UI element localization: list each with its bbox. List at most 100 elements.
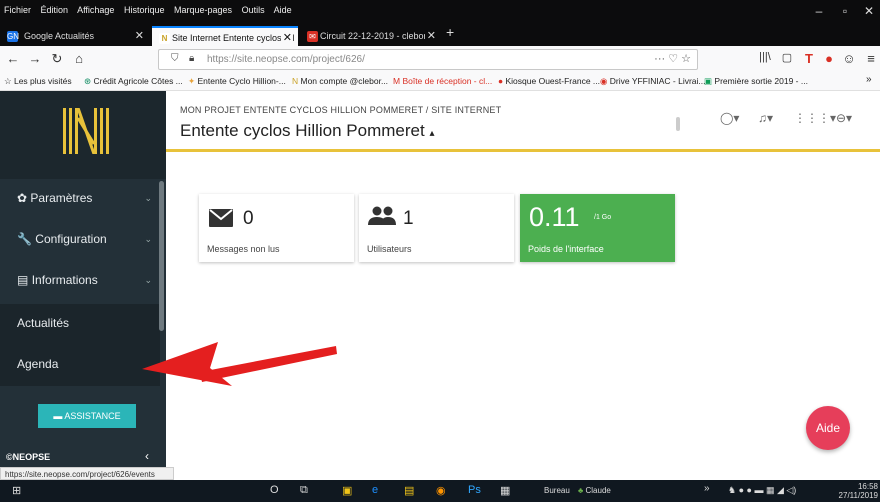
stat-card-storage[interactable]: 0.11 /1 Go Poids de l'interface <box>520 194 675 262</box>
bookmark-entente-cyclo[interactable]: ✦ Entente Cyclo Hillion-... <box>188 76 286 87</box>
extension-t-icon[interactable]: T <box>800 51 818 66</box>
bookmark-premiere-sortie[interactable]: ▣ Première sortie 2019 - ... <box>704 76 808 87</box>
project-header: MON PROJET ENTENTE CYCLOS HILLION POMMER… <box>166 91 880 152</box>
help-button[interactable]: Aide <box>806 406 850 450</box>
tab-site-internet[interactable]: N Site Internet Entente cyclos Hil ✕ <box>152 26 298 46</box>
users-icon <box>368 206 396 225</box>
url-bar[interactable]: ⛉ 🔒︎ https://site.neopse.com/project/626… <box>158 49 698 70</box>
sidebar-item-label: Agenda <box>17 357 59 371</box>
menu-historique[interactable]: Historique <box>124 5 165 15</box>
stat-unit: /1 Go <box>594 214 612 221</box>
store-icon[interactable]: ▣ <box>342 484 352 497</box>
tab-label: Google Actualités <box>24 31 95 41</box>
neopse-icon: N <box>159 33 170 44</box>
sidebar-scrollbar[interactable] <box>159 181 164 331</box>
task-view-icon[interactable]: ⧉ <box>300 484 308 497</box>
menu-affichage[interactable]: Affichage <box>77 5 114 15</box>
chevron-down-icon: ⌄ <box>144 193 152 203</box>
close-window-button[interactable]: ✕ <box>858 4 880 18</box>
stat-value: 1 <box>403 208 414 229</box>
assistance-button[interactable]: ▬ ASSISTANCE <box>38 404 136 428</box>
tray-icons[interactable]: ♞ ● ● ▬ ▦ ◢ ◁) <box>728 485 796 496</box>
main-content: 0 Messages non lus 1 Utilisateurs 0.11 /… <box>166 152 880 467</box>
new-tab-button[interactable]: + <box>446 24 454 40</box>
windows-taskbar: ⊞ O ⧉ ▣ e ▤ ◉ Ps ▦ Bureau ♣ Claude » ♞ ●… <box>0 480 880 502</box>
sidebar-item-informations[interactable]: ▤ Informations ⌄ <box>0 261 160 302</box>
red-arrow-annotation <box>142 342 337 386</box>
menu-aide[interactable]: Aide <box>274 5 292 15</box>
bookmark-kiosque[interactable]: ● Kiosque Ouest-France ... <box>498 76 600 86</box>
bookmarks-bar: ☆ Les plus visités ⊛ Crédit Agricole Côt… <box>0 72 880 91</box>
google-news-icon: GN <box>7 31 19 42</box>
shield-icon[interactable]: ⛉ <box>171 53 179 64</box>
sidebar-item-label: Informations <box>31 273 98 287</box>
bookmarks-overflow-icon[interactable]: » <box>866 74 872 85</box>
edge-icon[interactable]: e <box>372 484 378 496</box>
tab-circuit[interactable]: ✉ Circuit 22-12-2019 - cleborgn ✕ <box>300 26 442 46</box>
bookmark-drive-yffiniac[interactable]: ◉ Drive YFFINIAC - Livrai... <box>600 76 706 87</box>
tab-label: Site Internet Entente cyclos Hil <box>172 33 295 43</box>
menu-edition[interactable]: Édition <box>41 5 69 15</box>
page-title[interactable]: Entente cyclos Hillion Pommeret ▴ <box>180 121 434 141</box>
bookmark-mon-compte[interactable]: N Mon compte @clebor... <box>292 76 388 86</box>
sidebar-item-label: Paramètres <box>30 191 93 205</box>
stat-card-messages[interactable]: 0 Messages non lus <box>199 194 354 262</box>
chat-icon: ▬ <box>53 411 65 421</box>
neopse-logo-icon <box>63 108 109 154</box>
stat-caption: Utilisateurs <box>367 244 412 254</box>
sidebar-item-actualites[interactable]: Actualités <box>0 304 160 345</box>
browser-menubar: Fichier Édition Affichage Historique Mar… <box>0 0 880 24</box>
minimize-button[interactable]: – <box>808 4 830 18</box>
status-url: https://site.neopse.com/project/626/even… <box>0 467 174 480</box>
collapse-sidebar-icon[interactable]: ‹ <box>145 449 149 463</box>
bookmark-gmail[interactable]: M Boîte de réception - cl... <box>393 76 492 86</box>
sidebar-item-configuration[interactable]: 🔧 Configuration ⌄ <box>0 220 160 261</box>
hamburger-menu-icon[interactable]: ≡ <box>862 51 880 66</box>
lock-icon[interactable]: 🔒︎ <box>189 53 194 64</box>
tab-label: Circuit 22-12-2019 - cleborgn <box>320 31 437 41</box>
reload-icon[interactable]: ↻ <box>48 51 66 67</box>
tab-close-icon[interactable]: ✕ <box>135 29 144 42</box>
menu-marque-pages[interactable]: Marque-pages <box>174 5 232 15</box>
user-icon[interactable]: ⊖▾ <box>836 111 852 125</box>
page-actions-icon[interactable]: ··· ♡ ☆ <box>654 52 691 65</box>
breadcrumb: MON PROJET ENTENTE CYCLOS HILLION POMMER… <box>180 105 502 115</box>
user-label[interactable]: ♣ Claude <box>578 486 611 495</box>
forward-icon[interactable]: → <box>26 51 44 66</box>
tab-google-actualites[interactable]: GN Google Actualités ✕ <box>0 26 150 46</box>
library-icon[interactable]: |||\ <box>756 51 774 63</box>
bookmark-plus-visites[interactable]: ☆ Les plus visités <box>4 76 72 87</box>
sidebar-item-agenda[interactable]: Agenda <box>0 345 160 386</box>
app-icon[interactable]: ▦ <box>500 484 510 497</box>
apps-grid-icon[interactable]: ⋮⋮⋮▾ <box>794 111 836 125</box>
neopse-icon: N <box>292 76 301 86</box>
stat-card-users[interactable]: 1 Utilisateurs <box>359 194 514 262</box>
menu-outils[interactable]: Outils <box>242 5 265 15</box>
firefox-icon[interactable]: ◉ <box>436 484 446 497</box>
bookmark-credit-agricole[interactable]: ⊛ Crédit Agricole Côtes ... <box>84 76 183 87</box>
search-icon[interactable]: O <box>270 484 279 496</box>
sidebar-toggle-icon[interactable]: ▢ <box>778 51 796 64</box>
drive-icon: ◉ <box>600 76 610 86</box>
maximize-button[interactable]: ▫ <box>834 4 856 18</box>
file-explorer-icon[interactable]: ▤ <box>404 484 414 497</box>
bell-icon[interactable]: ♫▾ <box>758 111 773 125</box>
adblock-icon[interactable]: ● <box>820 51 838 66</box>
tab-close-icon[interactable]: ✕ <box>280 31 292 44</box>
menu-fichier[interactable]: Fichier <box>4 5 31 15</box>
sidebar-item-parametres[interactable]: ✿ Paramètres ⌄ <box>0 179 160 220</box>
back-icon[interactable]: ← <box>4 51 22 66</box>
chat-icon[interactable]: ◯▾ <box>720 111 739 125</box>
taskbar-overflow-icon[interactable]: » <box>704 483 710 494</box>
stat-caption: Poids de l'interface <box>528 244 604 254</box>
home-icon[interactable]: ⌂ <box>70 51 88 66</box>
clock[interactable]: 16:58 27/11/2019 <box>839 482 878 500</box>
stat-value: 0.11 <box>529 202 580 232</box>
bureau-label[interactable]: Bureau <box>544 486 570 495</box>
sidebar-item-label: Configuration <box>35 232 107 246</box>
footer-brand: ©NEOPSE <box>6 452 51 462</box>
windows-start-icon[interactable]: ⊞ <box>12 484 21 497</box>
account-icon[interactable]: ☺ <box>840 51 858 66</box>
photoshop-icon[interactable]: Ps <box>468 484 481 496</box>
tab-close-icon[interactable]: ✕ <box>424 29 436 42</box>
